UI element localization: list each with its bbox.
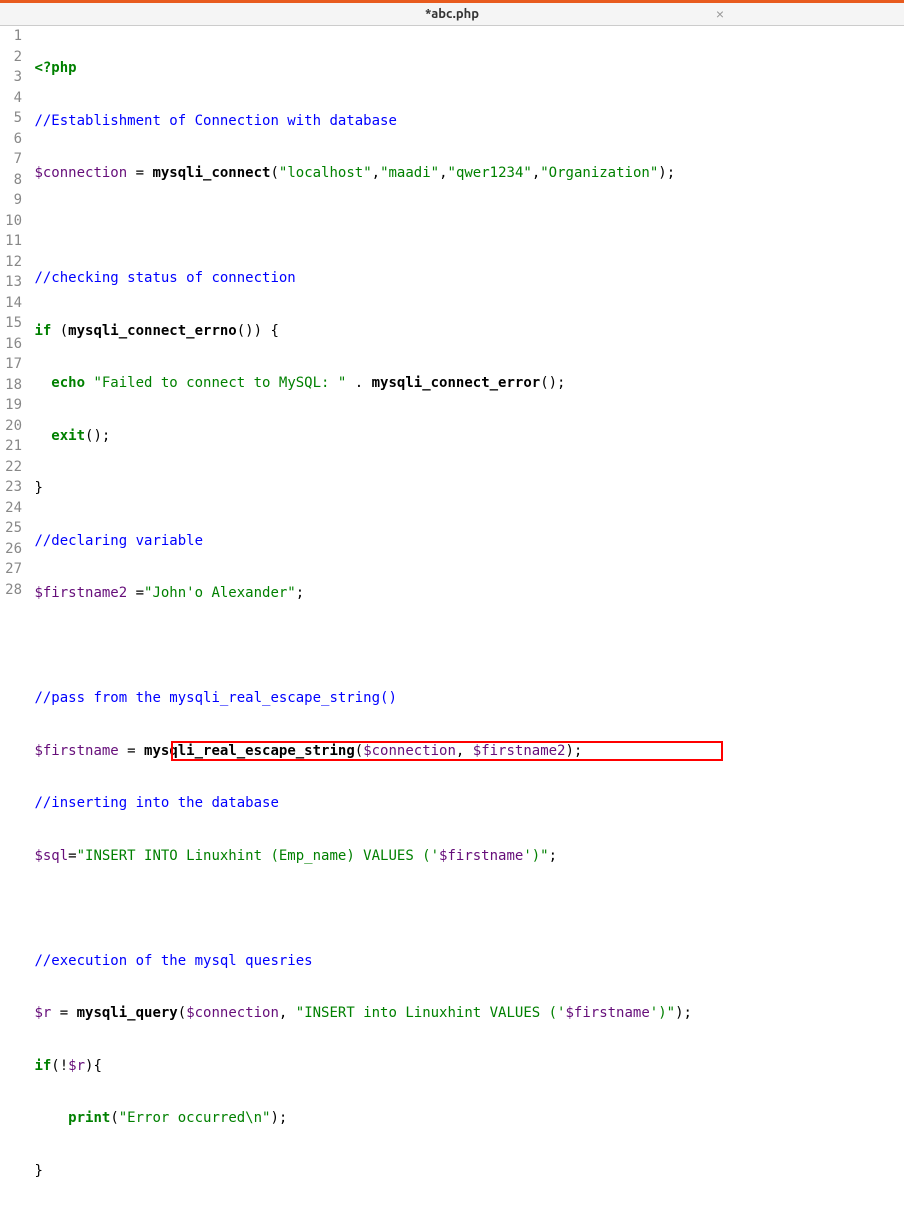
code-line[interactable]: echo "Failed to connect to MySQL: " . my… [26, 373, 904, 394]
line-number: 4 [0, 88, 22, 109]
variable: $firstname2 [473, 743, 566, 759]
code-line[interactable]: $connection = mysqli_connect("localhost"… [26, 163, 904, 184]
line-number: 9 [0, 190, 22, 211]
code-line[interactable]: exit(); [26, 426, 904, 447]
keyword: exit [51, 428, 85, 444]
line-number: 21 [0, 436, 22, 457]
string: "Error occurred\n" [119, 1110, 271, 1126]
line-number: 25 [0, 518, 22, 539]
code-line[interactable]: } [26, 478, 904, 499]
comment: //inserting into the database [34, 795, 278, 811]
line-number: 13 [0, 272, 22, 293]
string: "localhost" [279, 165, 372, 181]
line-number: 27 [0, 559, 22, 580]
variable: $firstname [565, 1005, 649, 1021]
string: ')" [650, 1005, 675, 1021]
line-number: 5 [0, 108, 22, 129]
string: "Failed to connect to MySQL: " [93, 375, 346, 391]
line-number: 28 [0, 580, 22, 601]
code-content[interactable]: <?php //Establishment of Connection with… [26, 26, 904, 1216]
variable: $connection [186, 1005, 279, 1021]
code-line[interactable]: if(!$r){ [26, 1056, 904, 1077]
line-number: 10 [0, 211, 22, 232]
function: mysqli_connect [152, 165, 270, 181]
line-number: 2 [0, 47, 22, 68]
variable: $firstname [439, 848, 523, 864]
line-number: 24 [0, 498, 22, 519]
line-number: 23 [0, 477, 22, 498]
variable: $sql [34, 848, 68, 864]
line-number: 26 [0, 539, 22, 560]
php-open-tag: <?php [34, 60, 76, 76]
tab-title[interactable]: *abc.php [425, 7, 479, 21]
line-number-gutter: 1 2 3 4 5 6 7 8 9 10 11 12 13 14 15 16 1… [0, 26, 26, 1216]
code-line[interactable]: $r = mysqli_query($connection, "INSERT i… [26, 1003, 904, 1024]
comment: //pass from the mysqli_real_escape_strin… [34, 690, 396, 706]
string: ')" [523, 848, 548, 864]
code-line[interactable]: if (mysqli_connect_errno()) { [26, 321, 904, 342]
keyword: if [34, 323, 51, 339]
line-number: 17 [0, 354, 22, 375]
line-number: 14 [0, 293, 22, 314]
function: mysqli_real_escape_string [144, 743, 355, 759]
code-line[interactable]: //pass from the mysqli_real_escape_strin… [26, 688, 904, 709]
line-number: 18 [0, 375, 22, 396]
code-line[interactable]: $firstname2 ="John'o Alexander"; [26, 583, 904, 604]
code-line[interactable]: } [26, 1161, 904, 1182]
comment: //execution of the mysql quesries [34, 953, 312, 969]
tab-bar: *abc.php × [0, 0, 904, 26]
function: mysqli_query [77, 1005, 178, 1021]
variable: $connection [34, 165, 127, 181]
code-line[interactable] [26, 216, 904, 237]
function: mysqli_connect_error [372, 375, 541, 391]
line-number: 15 [0, 313, 22, 334]
variable: $r [68, 1058, 85, 1074]
keyword: print [68, 1110, 110, 1126]
function: mysqli_connect_errno [68, 323, 237, 339]
code-line[interactable]: //checking status of connection [26, 268, 904, 289]
comment: //checking status of connection [34, 270, 295, 286]
code-line[interactable] [26, 898, 904, 919]
variable: $firstname [34, 743, 118, 759]
comment: //declaring variable [34, 533, 203, 549]
string: "maadi" [380, 165, 439, 181]
variable: $firstname2 [34, 585, 127, 601]
code-line[interactable]: //inserting into the database [26, 793, 904, 814]
code-line[interactable]: $sql="INSERT INTO Linuxhint (Emp_name) V… [26, 846, 904, 867]
line-number: 20 [0, 416, 22, 437]
keyword: else [34, 1215, 68, 1216]
code-line[interactable]: //Establishment of Connection with datab… [26, 111, 904, 132]
line-number: 1 [0, 26, 22, 47]
string: "Organization" [540, 165, 658, 181]
code-line[interactable]: <?php [26, 58, 904, 79]
code-line[interactable] [26, 636, 904, 657]
line-number: 8 [0, 170, 22, 191]
close-icon[interactable]: × [716, 6, 724, 22]
line-number: 19 [0, 395, 22, 416]
keyword: echo [51, 375, 85, 391]
line-number: 11 [0, 231, 22, 252]
line-number: 22 [0, 457, 22, 478]
line-number: 12 [0, 252, 22, 273]
code-line[interactable]: print("Error occurred\n"); [26, 1108, 904, 1129]
code-line[interactable]: //execution of the mysql quesries [26, 951, 904, 972]
string: "INSERT INTO Linuxhint (Emp_name) VALUES… [77, 848, 439, 864]
string: "qwer1234" [448, 165, 532, 181]
keyword: if [34, 1058, 51, 1074]
line-number: 16 [0, 334, 22, 355]
variable: $connection [363, 743, 456, 759]
line-number: 6 [0, 129, 22, 150]
code-editor[interactable]: 1 2 3 4 5 6 7 8 9 10 11 12 13 14 15 16 1… [0, 26, 904, 1216]
code-line[interactable]: $firstname = mysqli_real_escape_string($… [26, 741, 904, 762]
comment: //Establishment of Connection with datab… [34, 113, 396, 129]
string: "INSERT into Linuxhint VALUES (' [296, 1005, 566, 1021]
string: "John'o Alexander" [144, 585, 296, 601]
line-number: 3 [0, 67, 22, 88]
variable: $r [34, 1005, 51, 1021]
active-tab-indicator [0, 0, 724, 3]
line-number: 7 [0, 149, 22, 170]
code-line[interactable]: //declaring variable [26, 531, 904, 552]
code-line[interactable]: else{ [26, 1213, 904, 1216]
